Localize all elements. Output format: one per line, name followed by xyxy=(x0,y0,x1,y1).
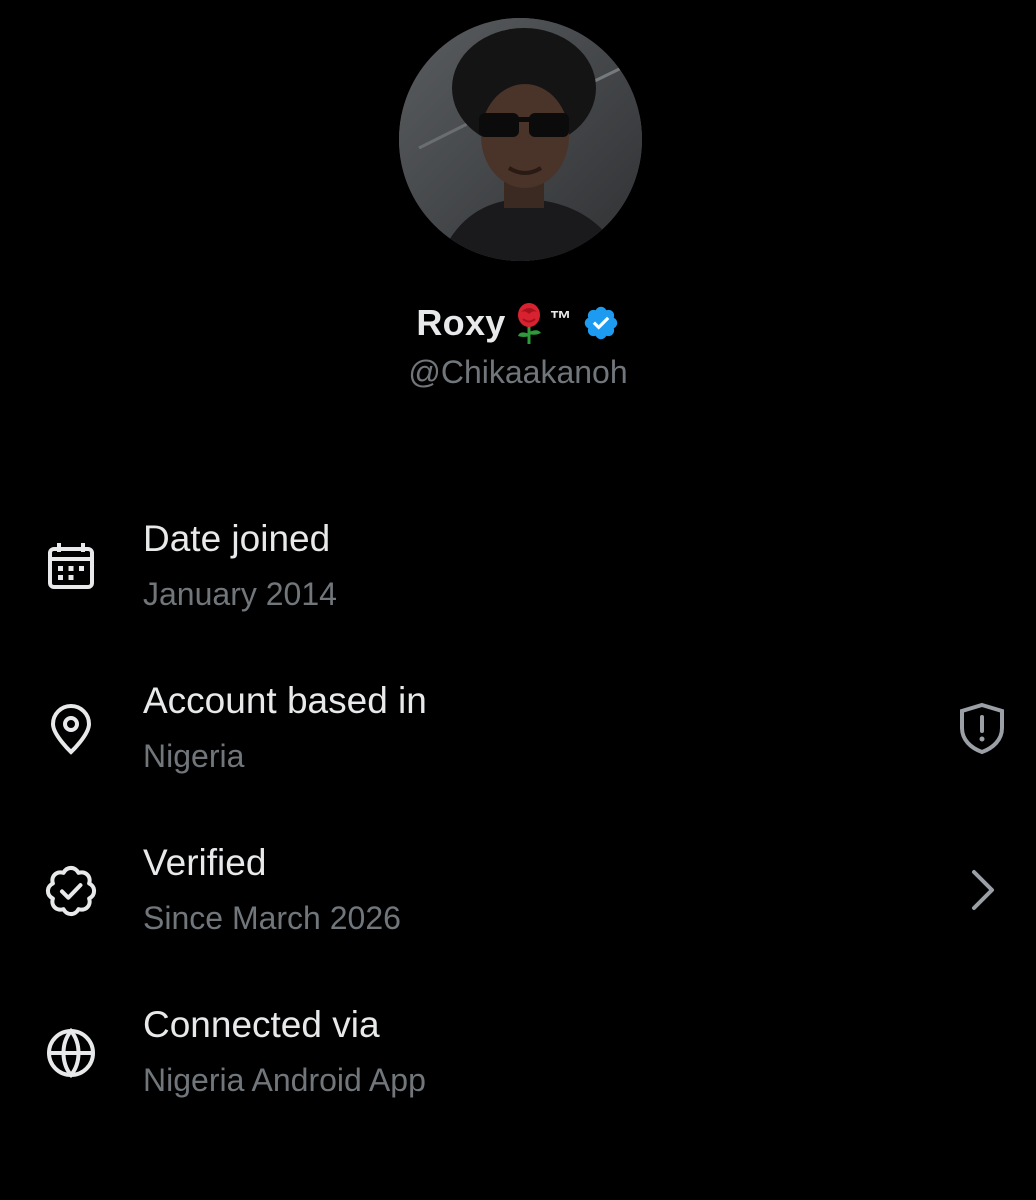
info-title: Connected via xyxy=(143,1004,380,1045)
info-row-date-joined: Date joined January 2014 xyxy=(0,510,1036,620)
info-title: Verified xyxy=(143,842,267,883)
info-row-verified[interactable]: Verified Since March 2026 xyxy=(0,834,1036,944)
info-row-account-based-in: Account based in Nigeria xyxy=(0,672,1036,782)
profile-handle: @Chikaakanoh xyxy=(408,354,628,390)
calendar-icon xyxy=(44,540,98,594)
info-row-connected-via: Connected via Nigeria Android App xyxy=(0,996,1036,1106)
globe-icon xyxy=(44,1026,98,1080)
profile-avatar[interactable] xyxy=(399,18,642,261)
display-name: Roxy xyxy=(416,302,506,343)
verified-outline-icon xyxy=(44,864,98,918)
verified-badge-icon[interactable] xyxy=(582,304,620,342)
info-subtitle: Since March 2026 xyxy=(143,900,401,936)
location-pin-icon xyxy=(44,702,98,756)
profile-name-row: Roxy ™ xyxy=(0,302,1036,344)
info-subtitle: Nigeria Android App xyxy=(143,1062,426,1098)
chevron-right-icon[interactable] xyxy=(954,862,1010,918)
shield-alert-icon[interactable] xyxy=(954,700,1010,756)
profile-about-screen: Roxy ™ @Chikaakanoh Date joined January … xyxy=(0,0,1036,1200)
trademark-suffix: ™ xyxy=(549,306,572,331)
info-title: Date joined xyxy=(143,518,331,559)
avatar-photo xyxy=(399,18,642,261)
rose-emoji-icon xyxy=(512,302,546,344)
info-subtitle: January 2014 xyxy=(143,576,337,612)
info-title: Account based in xyxy=(143,680,427,721)
info-subtitle: Nigeria xyxy=(143,738,245,774)
